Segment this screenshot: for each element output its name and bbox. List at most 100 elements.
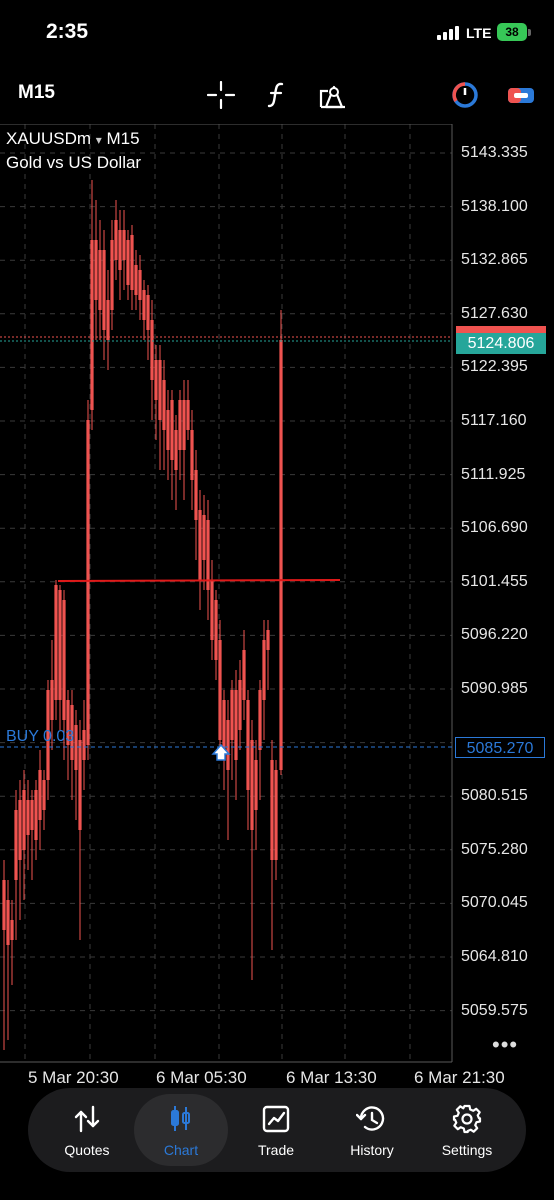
indicators-icon[interactable]: [262, 80, 292, 110]
bearish-candle: [94, 240, 98, 300]
time-label: 6 Mar 05:30: [156, 1068, 247, 1087]
bearish-candle: [138, 270, 142, 300]
candlestick-icon: [171, 1106, 190, 1131]
bearish-candle: [82, 730, 86, 760]
bearish-candle: [26, 800, 30, 835]
bearish-candle: [210, 580, 214, 640]
status-time: 2:35: [46, 20, 89, 43]
bearish-candle: [214, 600, 218, 660]
chart-symbol[interactable]: XAUUSDm ▾ M15: [6, 129, 140, 149]
bearish-candle: [54, 585, 58, 700]
bearish-candle: [22, 790, 26, 850]
battery-icon: 38: [497, 23, 527, 41]
bearish-candle: [274, 770, 278, 860]
bearish-candle: [158, 360, 162, 420]
bearish-candle: [58, 590, 62, 700]
price-label: 5070.045: [461, 894, 528, 912]
quotes-arrows-icon: [74, 1105, 100, 1133]
bearish-candle: [110, 240, 114, 310]
bearish-candle: [258, 690, 262, 750]
signal-icon: [437, 26, 459, 40]
bearish-candle: [254, 760, 258, 810]
bearish-candle: [234, 690, 238, 760]
bearish-candle: [146, 295, 150, 330]
objects-icon[interactable]: [318, 80, 348, 110]
price-label: 5059.575: [461, 1001, 528, 1019]
bearish-candle: [50, 680, 54, 720]
bearish-candle: [178, 400, 182, 450]
one-click-trading-icon[interactable]: [450, 80, 480, 110]
bearish-candle: [134, 265, 138, 295]
tab-chart[interactable]: Chart: [134, 1094, 228, 1166]
tab-trade[interactable]: Trade: [229, 1094, 323, 1166]
price-label: 5132.865: [461, 251, 528, 269]
bearish-candle: [90, 240, 94, 410]
tab-history[interactable]: History: [325, 1094, 419, 1166]
bearish-candle: [38, 770, 42, 820]
price-label: 5101.455: [461, 572, 528, 590]
tab-quotes[interactable]: Quotes: [40, 1094, 134, 1166]
trade-panel-icon[interactable]: [506, 80, 536, 110]
bearish-candle: [142, 290, 146, 320]
price-label: 5096.220: [461, 626, 528, 644]
price-label: 5143.335: [461, 144, 528, 161]
price-label: 5127.630: [461, 304, 528, 322]
time-label: 6 Mar 13:30: [286, 1068, 377, 1087]
price-label: 5080.515: [461, 787, 528, 805]
bearish-candle: [118, 230, 122, 270]
bearish-candle: [106, 300, 110, 340]
bearish-candle: [162, 380, 166, 430]
battery-tip: [528, 29, 531, 36]
bearish-candle: [202, 515, 206, 560]
bearish-candle: [130, 235, 134, 290]
current-price-badge: 5124.806: [456, 333, 546, 354]
tab-trade-label: Trade: [257, 1142, 295, 1158]
bearish-candle: [6, 900, 10, 945]
bearish-candle: [250, 740, 254, 830]
bearish-candle: [62, 600, 66, 720]
bearish-candle: [98, 250, 102, 310]
chart-description: Gold vs US Dollar: [6, 153, 142, 172]
price-label: 5122.395: [461, 358, 528, 376]
bearish-candle: [242, 650, 246, 700]
price-label: 5064.810: [461, 948, 528, 965]
bearish-candle: [10, 920, 14, 940]
time-label: 6 Mar 21:30: [414, 1068, 505, 1087]
price-label: 5106.690: [461, 519, 528, 537]
time-label: 5 Mar 20:30: [28, 1068, 119, 1087]
tab-history-label: History: [350, 1142, 394, 1158]
bearish-candle: [262, 640, 266, 700]
bearish-candle: [2, 880, 6, 930]
bearish-candle: [194, 470, 198, 520]
history-clock-icon: [356, 1106, 385, 1131]
price-label: 5111.925: [461, 465, 526, 483]
bearish-candle: [230, 690, 234, 740]
buy-order-label[interactable]: BUY 0.03: [6, 728, 74, 746]
price-label: 5138.100: [461, 197, 528, 215]
bearish-candle: [34, 790, 38, 840]
tab-quotes-label: Quotes: [64, 1142, 110, 1158]
bearish-candle: [218, 640, 222, 740]
tab-settings[interactable]: Settings: [420, 1094, 514, 1166]
bearish-candle: [226, 720, 230, 770]
price-label: 5075.280: [461, 840, 528, 858]
price-label: 5090.985: [461, 680, 528, 697]
crosshair-icon[interactable]: [206, 80, 236, 110]
more-options-icon[interactable]: •••: [492, 1032, 518, 1058]
bearish-candle: [174, 430, 178, 470]
bearish-candle: [246, 700, 250, 790]
bearish-candle: [266, 630, 270, 650]
bearish-candle: [126, 240, 130, 285]
bearish-candle: [166, 410, 170, 450]
bearish-candle: [154, 360, 158, 400]
bearish-candle: [190, 430, 194, 480]
bearish-candle: [30, 800, 34, 830]
bearish-candle: [186, 400, 190, 430]
timeframe-button[interactable]: M15: [18, 82, 55, 104]
bearish-candle: [78, 740, 82, 830]
bearish-candle: [86, 420, 90, 745]
bearish-candle: [170, 400, 174, 460]
bearish-candle: [279, 340, 283, 770]
trend-line[interactable]: [57, 579, 341, 582]
bearish-candle: [122, 230, 126, 260]
